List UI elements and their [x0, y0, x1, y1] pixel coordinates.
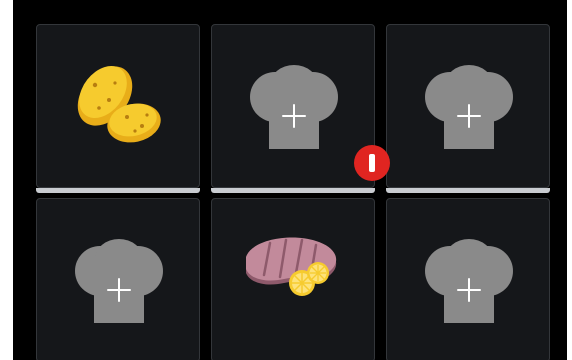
steak-lemon-icon — [246, 237, 337, 296]
screen — [13, 0, 567, 360]
recipe-slot-add[interactable] — [36, 198, 200, 360]
chef-hat-plus-icon — [250, 65, 338, 149]
recipe-slot-potatoes[interactable] — [36, 24, 200, 193]
recipe-slot-add[interactable] — [386, 198, 550, 360]
alert-badge-icon[interactable] — [354, 145, 390, 181]
slot-status-bar — [211, 188, 375, 193]
slot-status-bar — [36, 188, 200, 193]
chef-hat-plus-icon — [425, 65, 513, 149]
recipe-slot-add[interactable] — [211, 24, 375, 193]
slot-status-bar — [386, 188, 550, 193]
potatoes-icon — [77, 66, 161, 143]
alert-mark — [369, 154, 375, 172]
recipe-slot-steak[interactable] — [211, 198, 375, 360]
recipe-slot-add[interactable] — [386, 24, 550, 193]
chef-hat-plus-icon — [425, 239, 513, 323]
chef-hat-plus-icon — [75, 239, 163, 323]
